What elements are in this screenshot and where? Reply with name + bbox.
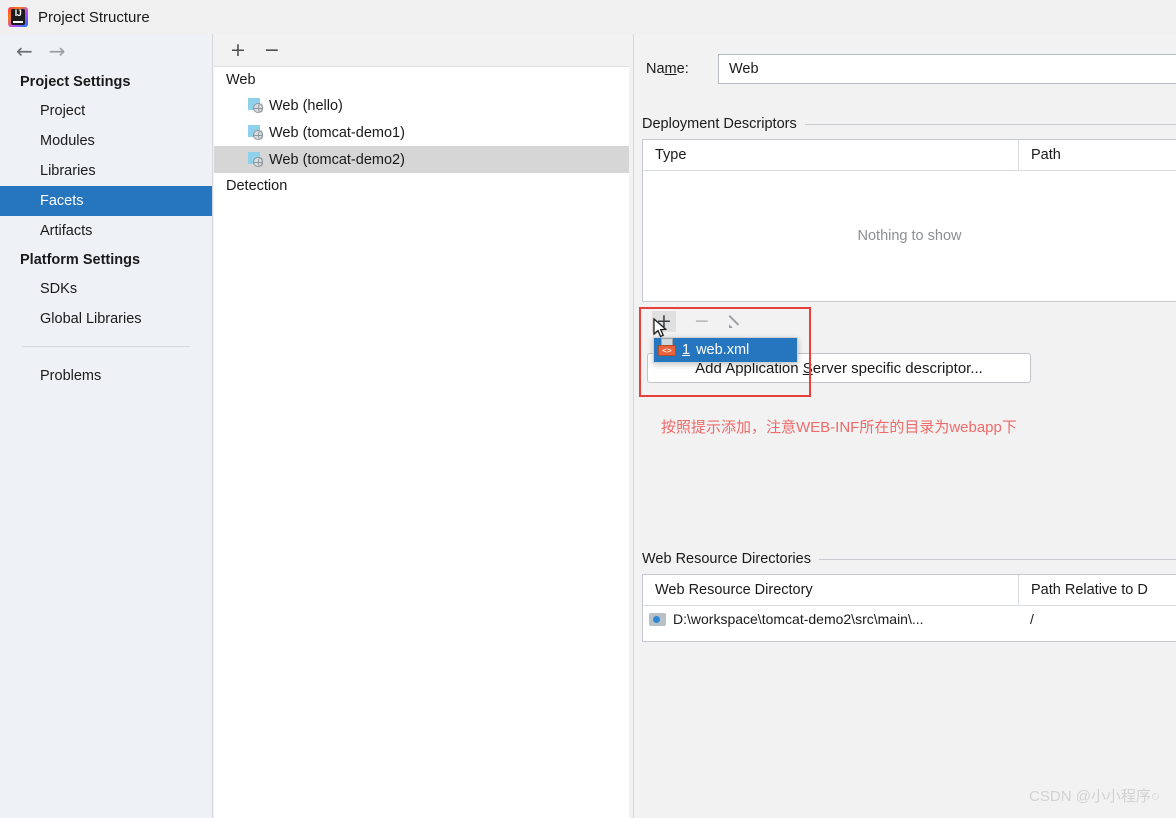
- descriptor-type-menu: <> 1 web.xml: [653, 337, 798, 363]
- tree-group-web: Web: [226, 72, 256, 88]
- tree-item-web-tomcat-demo1[interactable]: Web (tomcat-demo1): [214, 119, 629, 146]
- back-arrow-icon[interactable]: ←: [16, 41, 33, 61]
- name-label: Name:: [646, 61, 689, 77]
- deployment-descriptors-header: Deployment Descriptors: [642, 116, 1176, 132]
- header-rule: [818, 558, 1176, 560]
- sidebar-nav: ← →: [0, 34, 212, 68]
- facets-tree-toolbar: + −: [214, 34, 631, 66]
- sidebar-divider: [22, 346, 190, 347]
- settings-sidebar: ← → Project Settings Project Modules Lib…: [0, 34, 213, 818]
- intellij-idea-icon: IJ: [8, 7, 28, 27]
- forward-arrow-icon[interactable]: →: [49, 41, 66, 61]
- remove-facet-button[interactable]: −: [264, 40, 280, 60]
- sidebar-item-sdks[interactable]: SDKs: [0, 274, 212, 304]
- deployment-descriptor-toolbar: + −: [642, 306, 817, 336]
- tree-item-label: Web (tomcat-demo1): [269, 124, 405, 141]
- column-header-type[interactable]: Type: [643, 140, 1018, 170]
- remove-descriptor-button[interactable]: −: [694, 311, 710, 331]
- name-input[interactable]: [718, 54, 1176, 84]
- tree-item-web-hello[interactable]: Web (hello): [214, 92, 629, 119]
- sidebar-item-modules[interactable]: Modules: [0, 126, 212, 156]
- xml-file-icon: <>: [658, 338, 676, 358]
- cell-web-resource-directory: D:\workspace\tomcat-demo2\src\main\...: [643, 611, 1018, 627]
- web-facet-icon: [248, 152, 263, 167]
- table-header-row: Type Path: [643, 140, 1176, 171]
- web-resource-directories-title: Web Resource Directories: [642, 551, 811, 567]
- facet-details-panel: Name: Deployment Descriptors Type Path N…: [633, 34, 1176, 818]
- sidebar-item-libraries[interactable]: Libraries: [0, 156, 212, 186]
- menu-item-label: web.xml: [696, 342, 750, 358]
- folder-icon: [649, 612, 666, 626]
- column-header-path[interactable]: Path: [1018, 140, 1176, 170]
- web-facet-icon: [248, 98, 263, 113]
- edit-pencil-icon[interactable]: [728, 313, 744, 329]
- web-resource-directories-table: Web Resource Directory Path Relative to …: [642, 574, 1176, 642]
- table-header-row: Web Resource Directory Path Relative to …: [643, 575, 1176, 606]
- menu-item-web-xml[interactable]: <> 1 web.xml: [654, 338, 797, 362]
- mouse-cursor-icon: [653, 318, 667, 338]
- sidebar-group-project-settings: Project Settings: [20, 74, 131, 90]
- project-structure-dialog: IJ Project Structure ← → Project Setting…: [0, 0, 1176, 818]
- column-header-path-relative[interactable]: Path Relative to D: [1018, 575, 1176, 605]
- deployment-descriptors-table: Type Path Nothing to show: [642, 139, 1176, 302]
- deployment-empty-state: Nothing to show: [857, 228, 962, 244]
- tree-item-label: Web (hello): [269, 97, 343, 114]
- tree-item-web-tomcat-demo2[interactable]: Web (tomcat-demo2): [214, 146, 629, 173]
- sidebar-item-project[interactable]: Project: [0, 96, 212, 126]
- web-resource-directories-header: Web Resource Directories: [642, 551, 1176, 567]
- annotation-text: 按照提示添加，注意WEB-INF所在的目录为webapp下: [661, 419, 1017, 436]
- table-row[interactable]: D:\workspace\tomcat-demo2\src\main\... /: [643, 606, 1176, 632]
- window-title: Project Structure: [38, 8, 150, 26]
- sidebar-item-global-libraries[interactable]: Global Libraries: [0, 304, 212, 334]
- sidebar-item-artifacts[interactable]: Artifacts: [0, 216, 212, 246]
- name-row: Name:: [646, 54, 1176, 84]
- csdn-watermark: CSDN @小小程序○: [1029, 788, 1160, 805]
- tree-group-detection: Detection: [226, 178, 288, 194]
- menu-item-mnemonic: 1: [682, 342, 691, 358]
- window-titlebar: IJ Project Structure: [0, 0, 1176, 34]
- cell-path-relative: /: [1030, 611, 1034, 627]
- sidebar-group-platform-settings: Platform Settings: [20, 252, 141, 268]
- deployment-descriptors-title: Deployment Descriptors: [642, 116, 797, 132]
- facets-tree-panel: + − Web Web (hello) Web (tomcat-demo1) W…: [214, 34, 631, 818]
- header-rule: [804, 123, 1176, 125]
- sidebar-item-problems[interactable]: Problems: [0, 361, 212, 391]
- tree-item-label: Web (tomcat-demo2): [269, 151, 405, 168]
- web-resource-directory-value: D:\workspace\tomcat-demo2\src\main\...: [673, 611, 924, 627]
- facets-tree: Web Web (hello) Web (tomcat-demo1) Web (…: [214, 66, 629, 818]
- column-header-web-resource-directory[interactable]: Web Resource Directory: [643, 575, 1018, 605]
- web-facet-icon: [248, 125, 263, 140]
- sidebar-item-facets[interactable]: Facets: [0, 186, 212, 216]
- add-facet-button[interactable]: +: [230, 40, 246, 60]
